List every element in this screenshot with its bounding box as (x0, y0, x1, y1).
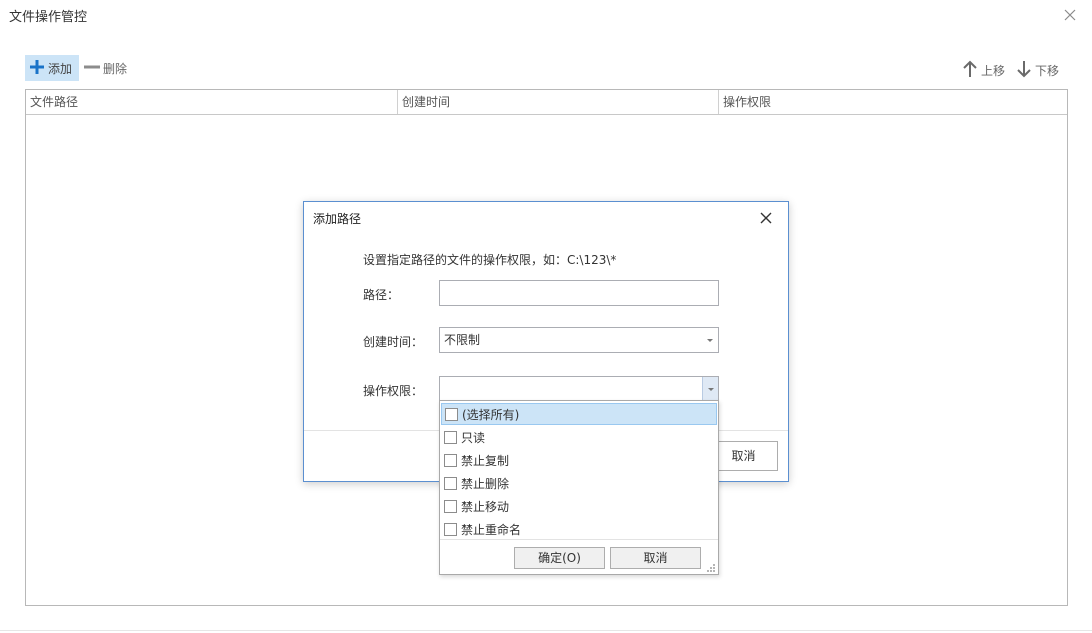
path-label: 路径： (363, 288, 400, 302)
chevron-down-icon[interactable] (702, 377, 718, 401)
minus-icon (83, 58, 103, 79)
checkbox[interactable] (444, 522, 457, 536)
arrow-up-icon (961, 59, 981, 82)
dropdown-option-label: 禁止重命名 (461, 522, 522, 537)
permissions-dropdown: (选择所有) 只读 禁止复制 禁止删除 禁止移动 禁止重命名 确定(O) 取消 (439, 400, 719, 575)
close-icon[interactable] (1061, 6, 1079, 24)
column-header-file-path[interactable]: 文件路径 (26, 90, 398, 114)
dialog-cancel-button[interactable]: 取消 (709, 441, 778, 471)
plus-icon (28, 58, 48, 79)
permissions-select[interactable] (439, 376, 719, 402)
add-button[interactable]: 添加 (25, 55, 79, 81)
delete-button[interactable]: 删除 (83, 55, 133, 81)
dialog-hint: 设置指定路径的文件的操作权限，如：C:\123\* (363, 253, 617, 267)
dropdown-option-read-only[interactable]: 只读 (441, 426, 717, 448)
path-input[interactable] (439, 280, 719, 306)
move-up-label: 上移 (981, 63, 1006, 78)
move-down-button[interactable]: 下移 (1015, 57, 1065, 83)
permissions-label: 操作权限： (363, 384, 424, 398)
dropdown-ok-button[interactable]: 确定(O) (514, 547, 605, 569)
checkbox[interactable] (444, 430, 457, 444)
checkbox[interactable] (444, 453, 457, 467)
checkbox[interactable] (444, 499, 457, 513)
divider (0, 630, 1092, 631)
window-title: 文件操作管控 (9, 10, 88, 25)
dropdown-option-label: 禁止删除 (461, 476, 510, 491)
dropdown-option-no-delete[interactable]: 禁止删除 (441, 472, 717, 494)
table-header: 文件路径 创建时间 操作权限 (26, 90, 1067, 115)
dropdown-option-select-all[interactable]: (选择所有) (441, 403, 717, 425)
created-time-label: 创建时间： (363, 335, 424, 349)
dropdown-option-label: 只读 (461, 430, 486, 445)
dialog-title: 添加路径 (313, 212, 362, 226)
dropdown-option-no-copy[interactable]: 禁止复制 (441, 449, 717, 471)
delete-button-label: 删除 (103, 61, 128, 76)
dropdown-option-no-rename[interactable]: 禁止重命名 (441, 518, 717, 540)
resize-grip-icon[interactable] (704, 561, 716, 573)
add-button-label: 添加 (48, 61, 73, 76)
chevron-down-icon[interactable] (702, 328, 718, 352)
dropdown-footer-divider (440, 539, 718, 540)
checkbox[interactable] (444, 476, 457, 490)
move-down-label: 下移 (1035, 63, 1060, 78)
checkbox[interactable] (445, 407, 458, 421)
created-time-select[interactable]: 不限制 (439, 327, 719, 353)
dropdown-option-label: 禁止移动 (461, 499, 510, 514)
column-header-permissions[interactable]: 操作权限 (719, 90, 1067, 114)
dropdown-option-no-move[interactable]: 禁止移动 (441, 495, 717, 517)
move-up-button[interactable]: 上移 (961, 57, 1011, 83)
arrow-down-icon (1015, 59, 1035, 82)
created-time-value: 不限制 (444, 333, 481, 347)
dropdown-option-label: (选择所有) (462, 407, 520, 422)
dialog-close-icon[interactable] (758, 210, 774, 226)
dropdown-cancel-button[interactable]: 取消 (610, 547, 701, 569)
column-header-created-time[interactable]: 创建时间 (398, 90, 719, 114)
dropdown-option-label: 禁止复制 (461, 453, 510, 468)
